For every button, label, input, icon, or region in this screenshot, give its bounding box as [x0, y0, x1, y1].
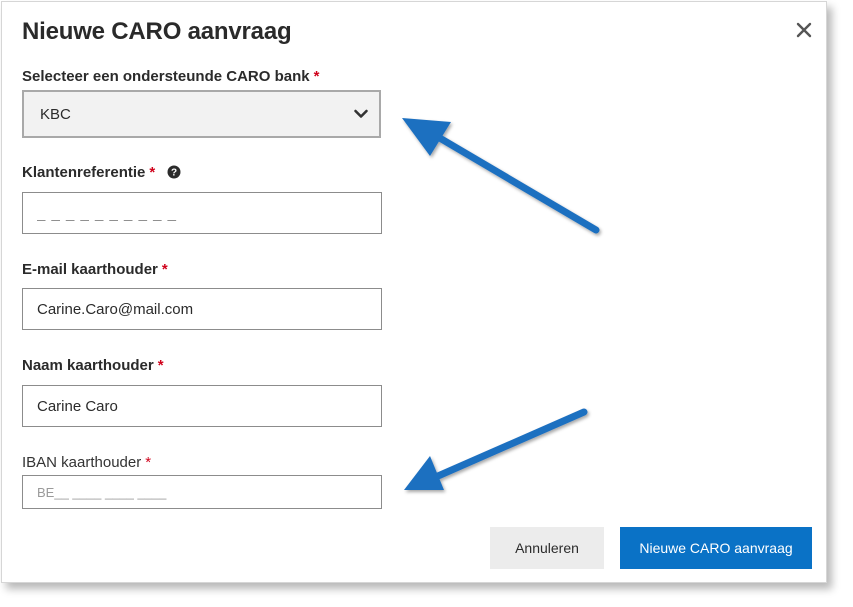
required-mark: *	[313, 68, 320, 85]
client-reference-input[interactable]	[22, 192, 382, 234]
close-icon	[796, 22, 812, 38]
cancel-button[interactable]: Annuleren	[490, 527, 604, 569]
caro-request-dialog: Nieuwe CARO aanvraag Selecteer een onder…	[1, 1, 827, 583]
svg-text:?: ?	[171, 168, 177, 179]
name-label: Naam kaarthouder *	[22, 357, 164, 374]
name-input[interactable]	[22, 385, 382, 427]
email-input[interactable]	[22, 288, 382, 330]
required-mark: *	[157, 357, 164, 374]
email-label: E-mail kaarthouder *	[22, 261, 168, 278]
submit-caro-request-button[interactable]: Nieuwe CARO aanvraag	[620, 527, 812, 569]
required-mark: *	[149, 164, 156, 181]
dialog-title: Nieuwe CARO aanvraag	[22, 18, 292, 45]
question-circle-icon[interactable]: ?	[167, 165, 181, 183]
chevron-down-icon	[353, 106, 369, 127]
bank-select-value: KBC	[40, 106, 71, 123]
client-reference-label: Klantenreferentie * ?	[22, 164, 181, 183]
required-mark: *	[161, 261, 168, 278]
close-button[interactable]	[792, 18, 816, 42]
required-mark: *	[145, 454, 152, 471]
iban-input[interactable]	[22, 475, 382, 509]
bank-label: Selecteer een ondersteunde CARO bank *	[22, 68, 320, 85]
iban-label: IBAN kaarthouder *	[22, 454, 152, 471]
bank-select[interactable]: KBC	[22, 90, 381, 138]
